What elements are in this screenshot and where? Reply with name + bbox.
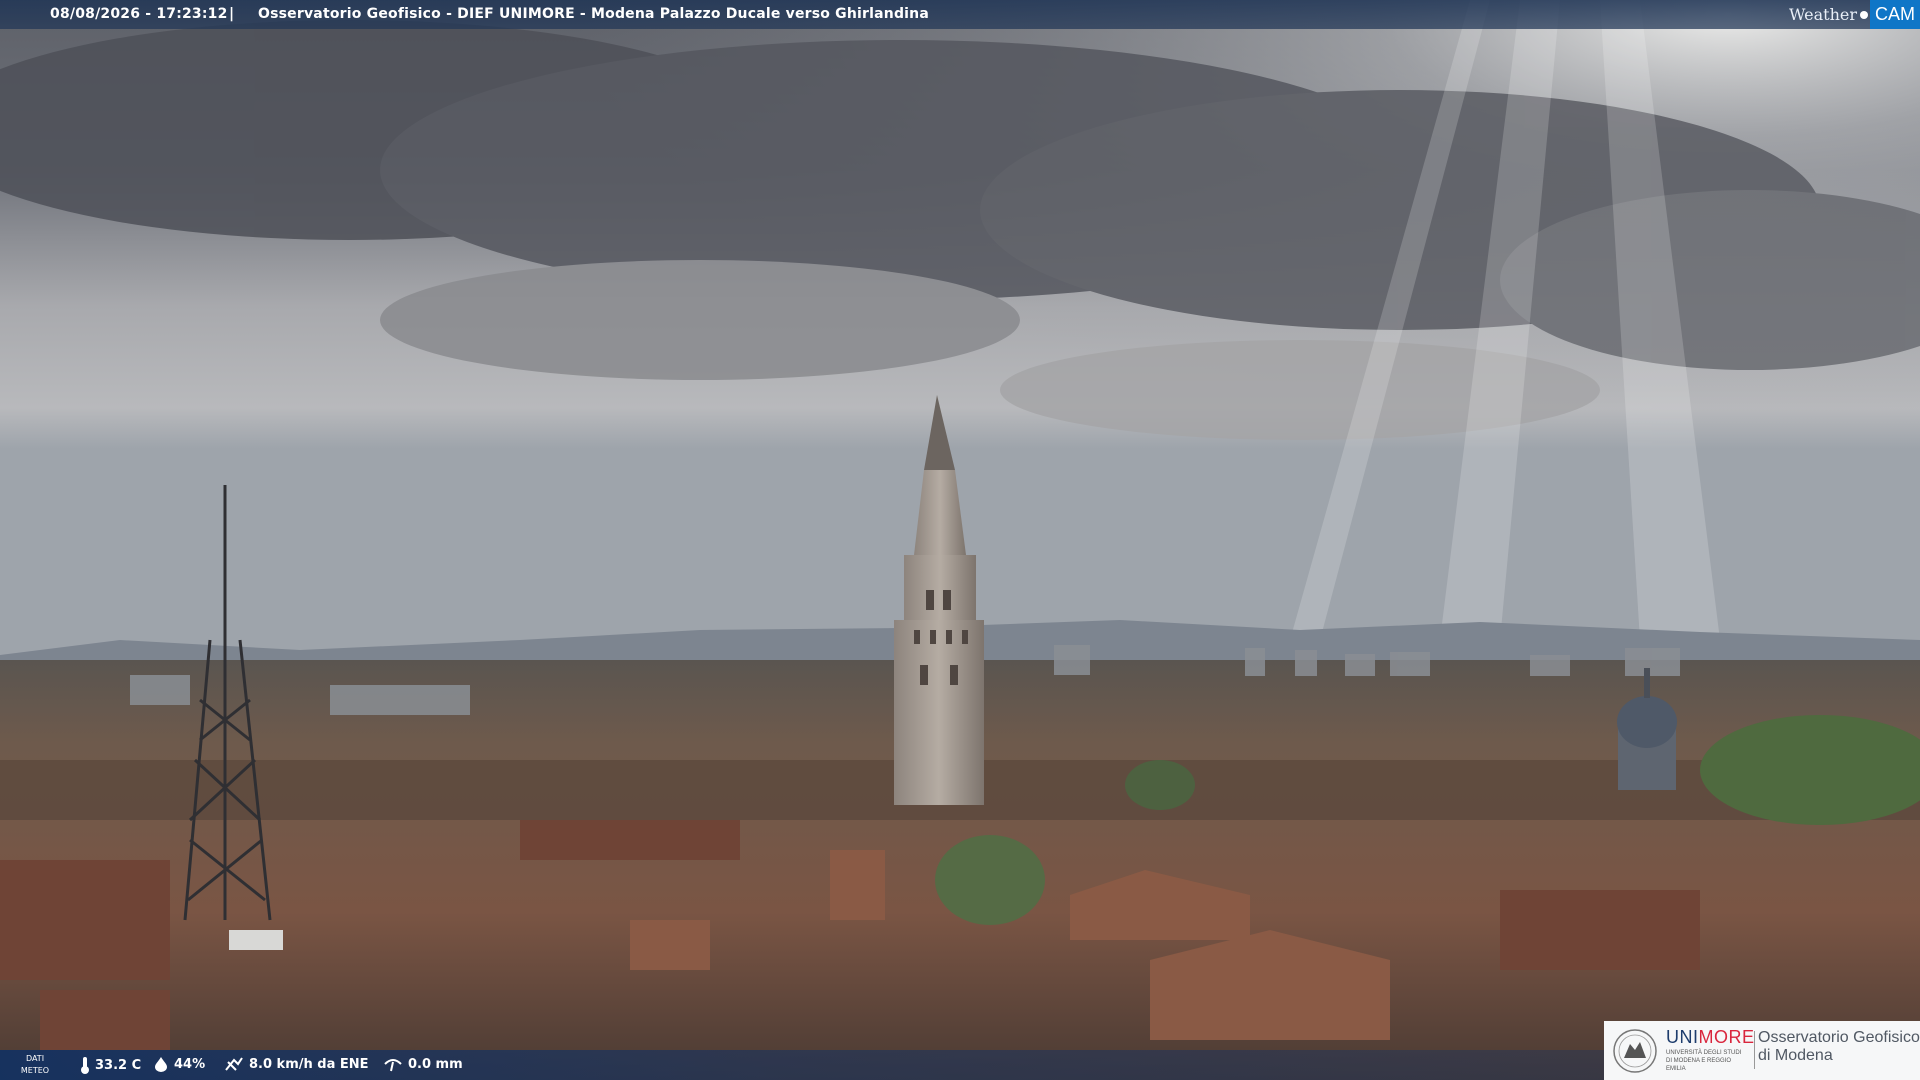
weathercam-logo: Weather CAM (1789, 0, 1920, 29)
label-line1: DATI (25, 1054, 45, 1063)
unimore-part1: UNI (1666, 1027, 1699, 1047)
unimore-wordmark: UNIMORE (1666, 1027, 1755, 1048)
humidity-readout: 44% (153, 1056, 205, 1072)
cam-brand-text: CAM (1870, 0, 1920, 29)
temperature-readout: 33.2 C (80, 1056, 141, 1074)
humidity-value: 44% (174, 1056, 206, 1072)
logo-divider (1754, 1031, 1755, 1069)
university-seal-icon (1613, 1029, 1657, 1073)
location-title: Osservatorio Geofisico - DIEF UNIMORE - … (258, 6, 929, 22)
humidity-drop-icon (155, 1057, 167, 1072)
observatory-line1: Osservatorio Geofisico (1758, 1029, 1920, 1046)
rain-icon (384, 1059, 402, 1072)
thermometer-icon (81, 1057, 89, 1074)
unimore-subtitle: UNIVERSITÀ DEGLI STUDI DI MODENA E REGGI… (1666, 1050, 1742, 1072)
brand-dot-icon (1860, 10, 1868, 19)
wind-icon (225, 1057, 243, 1071)
label-line2: METEO (20, 1066, 50, 1075)
observatory-name: Osservatorio Geofisico di Modena (1758, 1029, 1920, 1065)
rain-readout: 0.0 mm (383, 1056, 463, 1072)
unimore-observatory-logo: UNIMORE UNIVERSITÀ DEGLI STUDI DI MODENA… (1604, 1021, 1920, 1080)
observatory-line2: di Modena (1758, 1047, 1833, 1064)
weather-data-label: DATI METEO (16, 1053, 54, 1077)
webcam-city-view (0, 0, 1920, 1080)
temperature-value: 33.2 C (95, 1057, 142, 1073)
weather-brand-text: Weather (1789, 5, 1857, 24)
wind-value: 8.0 km/h da ENE (249, 1056, 369, 1072)
rain-value: 0.0 mm (408, 1056, 463, 1072)
top-status-bar: 08/08/2026 - 17:23:12 | Osservatorio Geo… (0, 0, 1920, 29)
unimore-part2: MORE (1698, 1027, 1755, 1047)
separator: | (229, 6, 235, 22)
timestamp: 08/08/2026 - 17:23:12 (50, 6, 228, 22)
wind-readout: 8.0 km/h da ENE (224, 1056, 369, 1072)
